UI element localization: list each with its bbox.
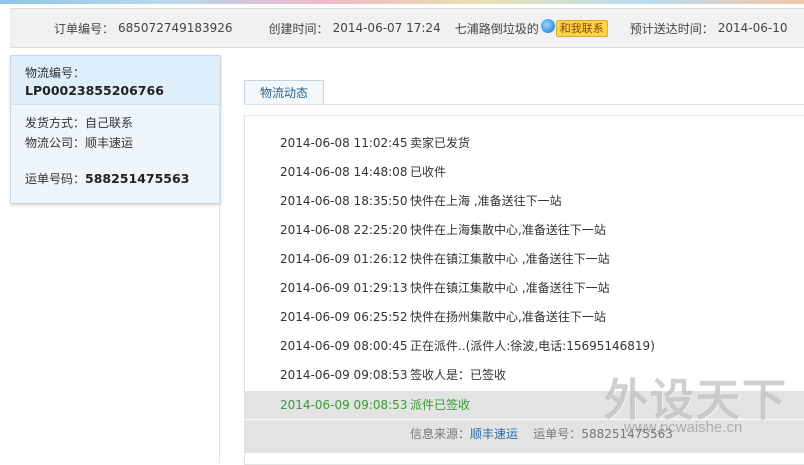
tracking-time: 2014-06-08 22:25:20 (280, 223, 408, 237)
tracking-message: 快件在上海 ,准备送往下一站 (410, 194, 562, 208)
tracking-row: 2014-06-08 18:35:50 快件在上海 ,准备送往下一站 (245, 187, 804, 216)
logistics-sidebar: 物流编号： LP00023855206766 发货方式：自己联系 物流公司：顺丰… (10, 55, 221, 204)
tracking-message: 派件已签收 (410, 398, 471, 412)
tracking-row: 2014-06-08 22:25:20 快件在上海集散中心,准备送往下一站 (245, 216, 804, 245)
tracking-row: 2014-06-08 11:02:45 卖家已发货 (245, 129, 804, 158)
tab-underline (244, 104, 804, 105)
tracking-message: 快件在上海集散中心,准备送往下一站 (410, 223, 606, 237)
logistics-number-label: 物流编号： (25, 66, 86, 80)
tab-logistics-updates[interactable]: 物流动态 (244, 80, 324, 105)
waybill-value: 588251475563 (85, 171, 190, 186)
column-divider (219, 55, 220, 463)
tracking-time: 2014-06-09 08:00:45 (280, 339, 408, 353)
waybill-number: 运单号码：588251475563 (11, 153, 220, 189)
shipping-method: 发货方式：自己联系 (25, 116, 134, 130)
tracking-message: 已收件 (410, 165, 447, 179)
order-info-bar: 订单编号： 685072749183926 创建时间： 2014-06-07 1… (10, 8, 804, 48)
tracking-time: 2014-06-09 01:29:13 (280, 281, 408, 295)
top-decorative-band (0, 0, 804, 4)
tracking-time: 2014-06-09 06:25:52 (280, 310, 408, 324)
tracking-time: 2014-06-09 09:08:53 (280, 398, 408, 412)
tracking-time: 2014-06-08 14:48:08 (280, 165, 408, 179)
created-time-label: 创建时间： (268, 21, 329, 36)
tracking-row: 2014-06-09 09:08:53 签收人是：已签收 (245, 361, 804, 390)
tracking-row: 2014-06-09 01:29:13 快件在镇江集散中心 ,准备送往下一站 (245, 274, 804, 303)
tracking-message: 快件在镇江集散中心 ,准备送往下一站 (410, 252, 610, 266)
tracking-message: 正在派件..(派件人:徐波,电话:15695146819) (410, 339, 655, 353)
created-time: 创建时间： 2014-06-07 17:24 (269, 20, 441, 37)
tracking-message: 快件在扬州集散中心,准备送往下一站 (410, 310, 606, 324)
tracking-time: 2014-06-09 09:08:53 (280, 368, 408, 382)
tracking-row: 2014-06-08 14:48:08 已收件 (245, 158, 804, 187)
tracking-row: 2014-06-09 06:25:52 快件在扬州集散中心,准备送往下一站 (245, 303, 804, 332)
logistics-number-value: LP00023855206766 (25, 83, 164, 98)
tracking-row-latest: 2014-06-09 09:08:53 派件已签收 (245, 391, 804, 419)
contact-seller-label: 和我联系 (555, 19, 608, 37)
order-number-label: 订单编号： (54, 21, 115, 36)
tracking-panel: 2014-06-08 11:02:45 卖家已发货 2014-06-08 14:… (244, 115, 804, 465)
seller-name[interactable]: 七浦路倒垃圾的 (455, 20, 539, 37)
tracking-message: 快件在镇江集散中心 ,准备送往下一站 (410, 281, 610, 295)
tracking-time: 2014-06-08 18:35:50 (280, 194, 408, 208)
eta-value: 2014-06-10 (717, 21, 788, 35)
order-number-value: 685072749183926 (118, 21, 233, 35)
eta: 预计送达时间： 2014-06-10 (630, 20, 788, 37)
info-source-company-link[interactable]: 顺丰速运 (470, 427, 518, 441)
eta-label: 预计送达时间： (629, 21, 714, 36)
created-time-value: 2014-06-07 17:24 (332, 21, 441, 35)
tracking-row: 2014-06-09 01:26:12 快件在镇江集散中心 ,准备送往下一站 (245, 245, 804, 274)
wangwang-icon (540, 19, 555, 33)
order-number: 订单编号： 685072749183926 (54, 20, 233, 37)
logistics-company: 物流公司：顺丰速运 (25, 136, 134, 150)
tracking-message: 卖家已发货 (410, 136, 471, 150)
tracking-message: 签收人是：已签收 (410, 368, 507, 382)
info-source-line: 信息来源：顺丰速运 运单号：588251475563 (245, 420, 804, 453)
tracking-time: 2014-06-09 01:26:12 (280, 252, 408, 266)
logistics-number-block: 物流编号： LP00023855206766 (11, 56, 220, 105)
info-source-label: 信息来源： (410, 427, 471, 441)
source-waybill-value: 588251475563 (581, 427, 673, 441)
tracking-time: 2014-06-08 11:02:45 (280, 136, 408, 150)
waybill-label: 运单号码： (25, 172, 86, 186)
tracking-row: 2014-06-09 08:00:45 正在派件..(派件人:徐波,电话:156… (245, 332, 804, 361)
contact-seller-button[interactable]: 和我联系 (540, 19, 608, 37)
source-waybill-label: 运单号： (533, 427, 582, 441)
